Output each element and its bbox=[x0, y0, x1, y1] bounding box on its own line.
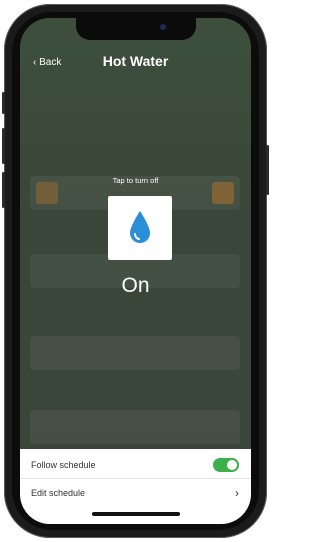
volume-down-button bbox=[2, 172, 5, 208]
background-card bbox=[30, 336, 240, 370]
hot-water-toggle-tile[interactable] bbox=[108, 196, 172, 260]
status-text: On bbox=[121, 274, 150, 297]
background-card bbox=[30, 410, 240, 444]
power-button bbox=[266, 145, 269, 195]
follow-schedule-toggle[interactable] bbox=[213, 457, 239, 472]
water-drop-icon bbox=[130, 211, 150, 243]
camera bbox=[159, 24, 166, 30]
edit-schedule-label: Edit schedule bbox=[31, 488, 86, 498]
page-title: Hot Water bbox=[102, 53, 169, 69]
notch bbox=[75, 18, 196, 40]
tap-hint: Tap to turn off bbox=[112, 176, 159, 185]
background-badge bbox=[212, 182, 234, 204]
background-flame-icon bbox=[36, 182, 58, 204]
edit-schedule-row[interactable]: Edit schedule › bbox=[20, 479, 251, 507]
mute-switch bbox=[2, 92, 5, 114]
app-screen: ‹ Back Hot Water Tap to turn off On Foll… bbox=[20, 18, 251, 524]
chevron-right-icon: › bbox=[235, 486, 239, 500]
follow-schedule-row[interactable]: Follow schedule bbox=[20, 451, 251, 479]
nav-bar: ‹ Back Hot Water bbox=[20, 48, 251, 78]
toggle-knob bbox=[227, 459, 237, 470]
home-indicator[interactable] bbox=[91, 512, 180, 516]
follow-schedule-label: Follow schedule bbox=[31, 459, 96, 470]
volume-up-button bbox=[2, 128, 5, 164]
schedule-sheet: Follow schedule Edit schedule › bbox=[20, 449, 251, 524]
